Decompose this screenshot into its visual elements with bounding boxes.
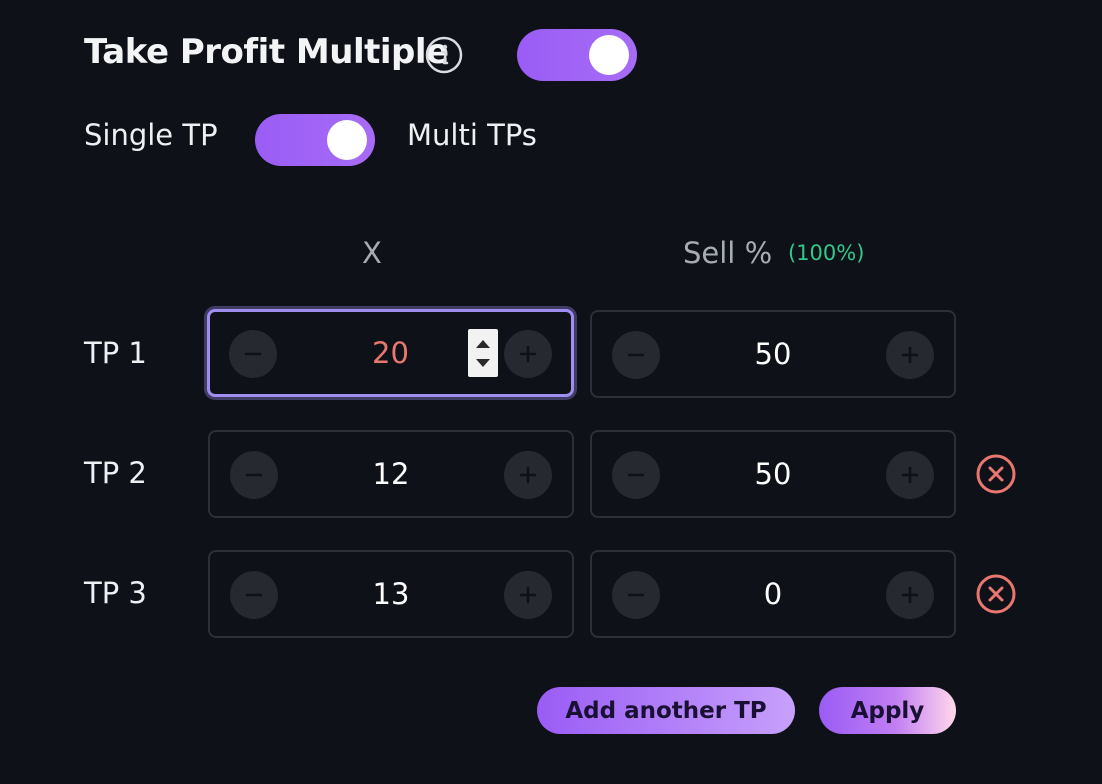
column-header-sell: Sell % [683, 236, 773, 270]
tp1-sell-stepper: 50 [590, 310, 956, 398]
toggle-knob [327, 120, 367, 160]
plus-icon[interactable] [504, 571, 552, 619]
remove-tp3-close-circle-icon[interactable] [976, 574, 1016, 614]
minus-icon[interactable] [612, 451, 660, 499]
minus-icon[interactable] [230, 571, 278, 619]
tp-row-label: TP 1 [84, 336, 147, 370]
plus-icon[interactable] [504, 330, 552, 378]
sell-total-badge: (100%) [788, 241, 865, 265]
plus-icon[interactable] [504, 451, 552, 499]
tp3-x-input[interactable]: 13 [290, 552, 492, 636]
minus-icon[interactable] [229, 330, 277, 378]
tp-row-label: TP 3 [84, 576, 147, 610]
multi-tps-label: Multi TPs [407, 118, 537, 152]
take-profit-toggle[interactable] [517, 29, 637, 81]
apply-button[interactable]: Apply [819, 687, 956, 734]
add-another-tp-button[interactable]: Add another TP [537, 687, 795, 734]
remove-tp2-close-circle-icon[interactable] [976, 454, 1016, 494]
tp2-x-input[interactable]: 12 [290, 432, 492, 516]
plus-icon[interactable] [886, 451, 934, 499]
plus-icon[interactable] [886, 571, 934, 619]
tp3-sell-input[interactable]: 0 [672, 552, 874, 636]
tp1-x-stepper: 20 [207, 309, 574, 397]
tp3-sell-stepper: 0 [590, 550, 956, 638]
minus-icon[interactable] [230, 451, 278, 499]
mode-toggle[interactable] [255, 114, 375, 166]
minus-icon[interactable] [612, 331, 660, 379]
tp1-sell-input[interactable]: 50 [672, 312, 874, 396]
info-icon[interactable] [425, 36, 463, 74]
minus-icon[interactable] [612, 571, 660, 619]
single-tp-label: Single TP [84, 118, 218, 152]
tp2-sell-input[interactable]: 50 [672, 432, 874, 516]
spinner-arrows-icon[interactable] [468, 329, 498, 377]
tp-row-label: TP 2 [84, 456, 147, 490]
section-title: Take Profit Multiple [84, 32, 449, 72]
toggle-knob [589, 35, 629, 75]
column-header-x: X [362, 236, 382, 270]
tp2-x-stepper: 12 [208, 430, 574, 518]
tp3-x-stepper: 13 [208, 550, 574, 638]
tp2-sell-stepper: 50 [590, 430, 956, 518]
tp1-x-input[interactable]: 20 [290, 312, 491, 394]
plus-icon[interactable] [886, 331, 934, 379]
